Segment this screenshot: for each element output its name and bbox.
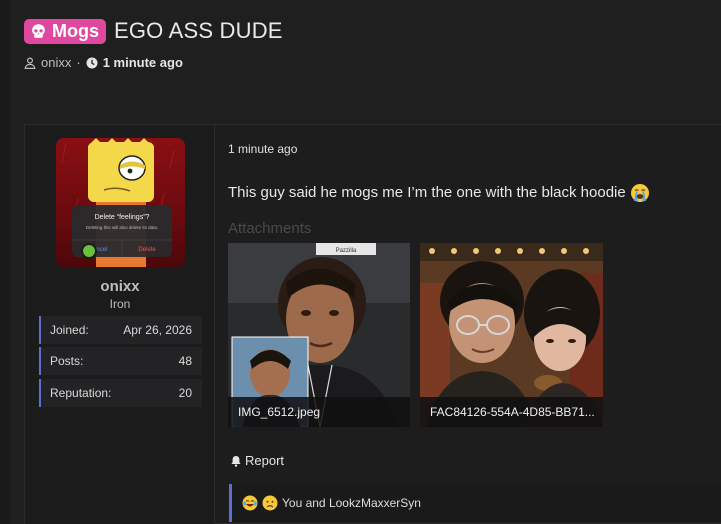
stat-posts: Posts: 48	[39, 347, 202, 375]
avatar-dialog-body: Deleting this will also delete its data.	[86, 225, 158, 230]
stat-label: Joined:	[50, 323, 89, 337]
post-timestamp[interactable]: 1 minute ago	[228, 142, 297, 156]
post-content: 1 minute ago This guy said he mogs me I’…	[216, 125, 721, 524]
post-username[interactable]: onixx	[25, 278, 215, 295]
post-container: Delete “feelings”? Deleting this will al…	[24, 124, 721, 524]
thread-author-link[interactable]: onixx	[41, 55, 71, 70]
avatar-wrapper[interactable]: Delete “feelings”? Deleting this will al…	[56, 138, 185, 267]
online-status-indicator	[81, 243, 97, 259]
post-body: This guy said he mogs me I’m the one wit…	[228, 183, 650, 203]
thread-title: EGO ASS DUDE	[114, 18, 283, 43]
avatar-image: Delete “feelings”? Deleting this will al…	[61, 138, 175, 267]
attachment-thumbnail[interactable]: FAC84126-554A-4D85-BB71...	[420, 243, 603, 427]
attachment-thumbnail[interactable]: Pazzilla IMG_6512.jpeg	[228, 243, 410, 427]
user-rank: Iron	[109, 297, 131, 311]
post-body-text: This guy said he mogs me I’m the one wit…	[228, 183, 626, 201]
stat-joined: Joined: Apr 26, 2026	[39, 316, 202, 344]
attachment-filename[interactable]: IMG_6512.jpeg	[228, 397, 410, 427]
stat-label: Posts:	[50, 354, 84, 368]
attachment-filename[interactable]: FAC84126-554A-4D85-BB71...	[420, 397, 603, 427]
thread-prefix-label: Mogs	[52, 20, 99, 41]
user-sidebar: Delete “feelings”? Deleting this will al…	[25, 125, 215, 524]
thread-meta: onixx · 1 minute ago	[24, 55, 283, 70]
clock-icon	[86, 57, 98, 68]
skull-icon	[32, 23, 45, 38]
attachment-overlay-text: Pazzilla	[336, 248, 357, 254]
thread-prefix-badge[interactable]: Mogs	[24, 18, 106, 44]
stat-reputation: Reputation: 20	[39, 379, 202, 407]
avatar-dialog-delete: Delete	[138, 247, 156, 253]
tears-of-joy-icon	[242, 495, 258, 511]
bell-icon	[231, 455, 241, 467]
report-label: Report	[245, 453, 285, 468]
stat-value: 20	[178, 386, 192, 400]
reactions-bar[interactable]: You and LookzMaxxerSyn	[229, 484, 721, 522]
thread-time[interactable]: 1 minute ago	[103, 55, 183, 70]
stat-value: 48	[178, 354, 192, 368]
report-link[interactable]: Report	[230, 453, 284, 468]
loudly-crying-face-icon	[630, 184, 649, 202]
avatar[interactable]: Delete “feelings”? Deleting this will al…	[56, 138, 185, 267]
thread-header: Mogs EGO ASS DUDE onixx · 1 minute ago	[24, 18, 283, 70]
meta-separator: ·	[76, 55, 81, 70]
stat-value: Apr 26, 2026	[123, 323, 192, 337]
reactions-text[interactable]: You and LookzMaxxerSyn	[282, 496, 421, 510]
sad-face-icon	[262, 495, 278, 511]
user-icon	[24, 56, 36, 69]
attachments-label: Attachments	[228, 220, 312, 237]
stat-label: Reputation:	[50, 386, 112, 400]
avatar-dialog-title: Delete “feelings”?	[95, 214, 150, 221]
